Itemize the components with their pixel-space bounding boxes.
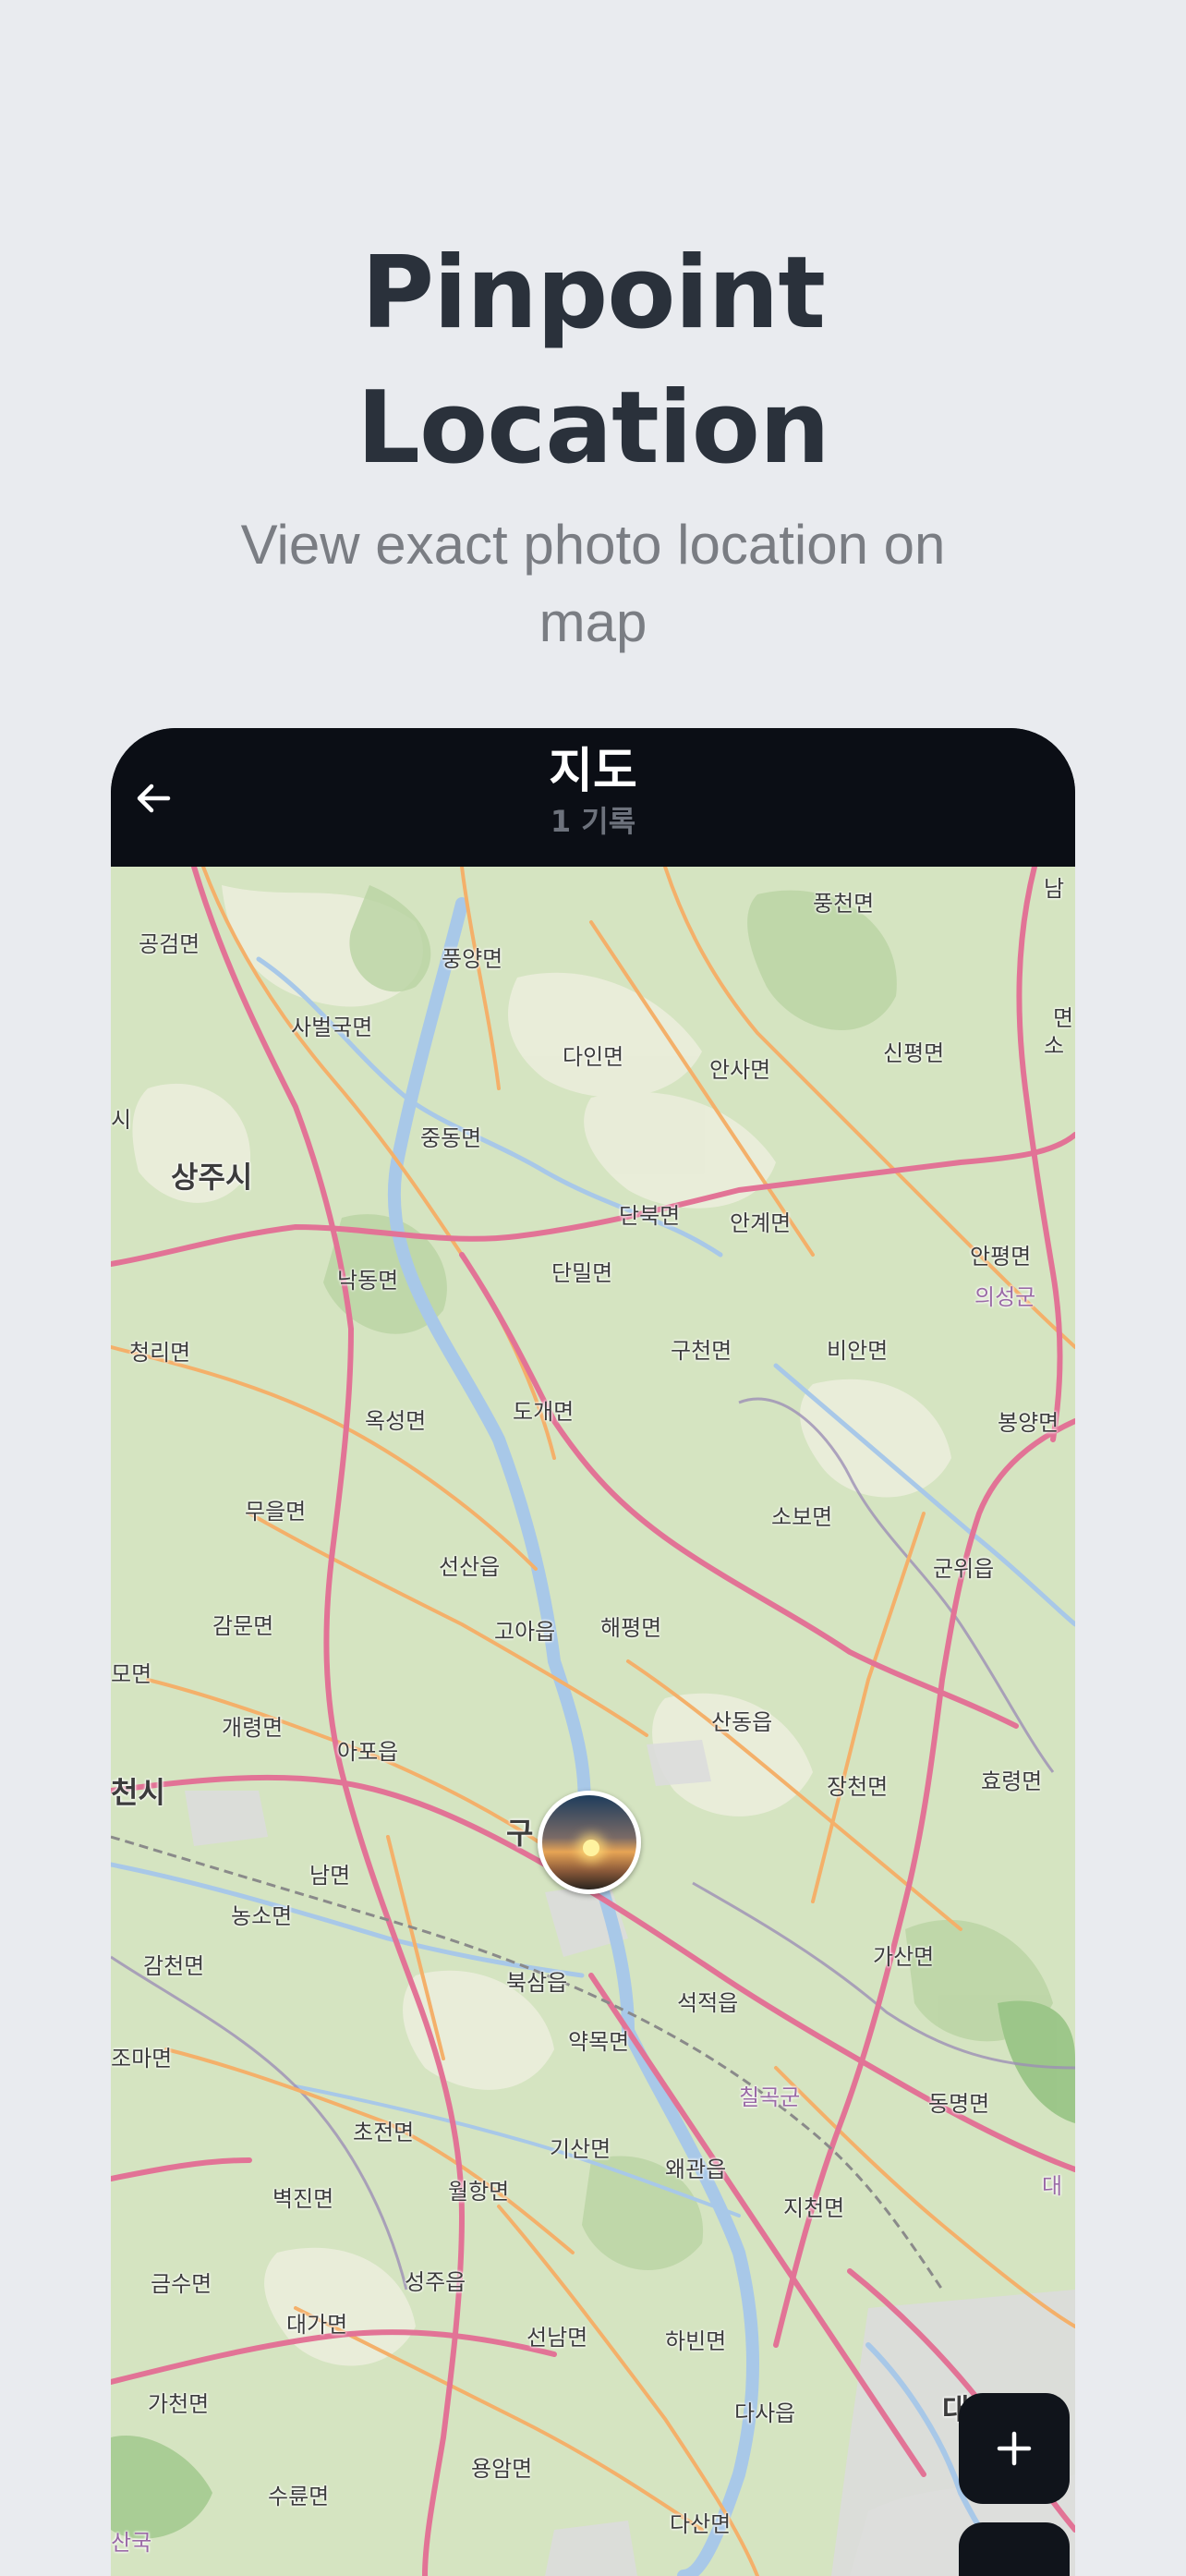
place-label: 공검면 <box>139 931 200 957</box>
place-label: 낙동면 <box>337 1268 399 1294</box>
screen-title: 지도 <box>549 744 637 799</box>
phone-screen: 지도 1 기록 공검면 풍양면 풍천면 사벌국면 다인면 안사면 신평면 중동면… <box>111 728 1075 2576</box>
place-label: 안계면 <box>730 1210 792 1236</box>
place-label: 신평면 <box>883 1040 945 1066</box>
place-label: 선남면 <box>526 2325 588 2351</box>
place-label: 군위읍 <box>933 1556 995 1582</box>
place-label: 왜관읍 <box>665 2157 727 2182</box>
place-label: 산국 <box>111 2530 152 2556</box>
place-label: 북삼읍 <box>506 1970 568 1996</box>
place-label: 사벌국면 <box>291 1015 373 1040</box>
place-label: 대 <box>1042 2173 1063 2199</box>
app-bar: 지도 1 기록 <box>111 728 1075 867</box>
place-label: 소 <box>1044 1033 1065 1059</box>
place-label: 봉양면 <box>998 1410 1059 1436</box>
photo-pin[interactable] <box>538 1791 641 1894</box>
record-count: 1 기록 <box>550 804 636 839</box>
headline-line-2: Location <box>357 371 830 486</box>
place-label: 조마면 <box>111 2046 173 2072</box>
place-label: 다산면 <box>670 2511 732 2537</box>
place-label: 풍천면 <box>813 891 875 917</box>
place-label: 비안면 <box>827 1338 889 1364</box>
place-label: 도개면 <box>513 1399 575 1425</box>
place-label: 벽진면 <box>272 2186 334 2212</box>
place-label: 성주읍 <box>405 2269 466 2295</box>
place-label: 기산면 <box>550 2136 611 2162</box>
headline-line-1: Pinpoint <box>360 236 826 351</box>
place-label: 용암면 <box>471 2456 533 2482</box>
place-label: 수륜면 <box>268 2484 330 2509</box>
place-label: 천시 <box>111 1775 165 1810</box>
place-label: 하빈면 <box>665 2328 727 2354</box>
place-label: 가산면 <box>873 1944 935 1970</box>
place-label: 단북면 <box>619 1203 681 1229</box>
place-label: 청리면 <box>129 1340 191 1366</box>
place-label: 금수면 <box>151 2271 212 2297</box>
place-label: 고아읍 <box>494 1619 556 1645</box>
place-label: 구 <box>506 1816 534 1851</box>
place-label: 의성군 <box>974 1284 1036 1310</box>
place-label: 구천면 <box>671 1338 732 1364</box>
headline: Pinpoint Location <box>0 226 1186 496</box>
place-label: 중동면 <box>420 1125 482 1151</box>
place-label: 농소면 <box>231 1903 293 1929</box>
place-label: 안평면 <box>970 1244 1032 1270</box>
place-label: 감문면 <box>212 1613 274 1639</box>
place-label: 감천면 <box>143 1953 205 1979</box>
subtitle: View exact photo location on map <box>240 514 946 653</box>
place-label: 상주시 <box>171 1160 253 1195</box>
place-label: 개령면 <box>222 1715 284 1741</box>
place-label: 풍양면 <box>442 946 503 972</box>
place-label: 아포읍 <box>337 1739 399 1765</box>
place-label: 장천면 <box>827 1774 889 1800</box>
place-label: 초전면 <box>353 2120 415 2145</box>
place-label: 옥성면 <box>365 1408 427 1434</box>
place-label: 시 <box>111 1107 132 1133</box>
place-label: 선산읍 <box>439 1554 501 1580</box>
place-label: 해평면 <box>600 1615 662 1641</box>
place-label: 소보면 <box>771 1504 833 1530</box>
place-label: 다사읍 <box>734 2400 796 2426</box>
place-label: 동명면 <box>928 2091 990 2117</box>
place-label: 지천면 <box>783 2195 845 2221</box>
zoom-in-button[interactable] <box>959 2393 1070 2504</box>
plus-icon <box>997 2431 1032 2466</box>
place-label: 남 <box>1044 876 1065 902</box>
place-label: 칠곡군 <box>739 2084 801 2110</box>
photo-thumbnail <box>583 1840 599 1856</box>
place-label: 산동읍 <box>711 1709 773 1735</box>
place-label: 석적읍 <box>677 1990 739 2016</box>
place-label: 대가면 <box>286 2312 348 2338</box>
place-label: 가천면 <box>148 2391 210 2417</box>
place-label: 안사면 <box>709 1057 771 1083</box>
place-label: 면 <box>1053 1005 1074 1031</box>
place-label: 월항면 <box>448 2179 510 2205</box>
map-view[interactable]: 공검면풍양면 풍천면사벌국면다인면안사면 신평면중동면상주시단북면 안계면안평면의성군… <box>111 867 1075 2576</box>
place-label: 무을면 <box>245 1499 307 1525</box>
place-label: 모면 <box>111 1661 152 1687</box>
place-label: 단밀면 <box>551 1260 613 1286</box>
place-label: 효령면 <box>981 1768 1043 1794</box>
place-label: 다인면 <box>563 1044 624 1070</box>
place-label: 약목면 <box>568 2029 630 2055</box>
zoom-out-button[interactable] <box>959 2522 1070 2576</box>
place-label: 남면 <box>309 1863 351 1889</box>
